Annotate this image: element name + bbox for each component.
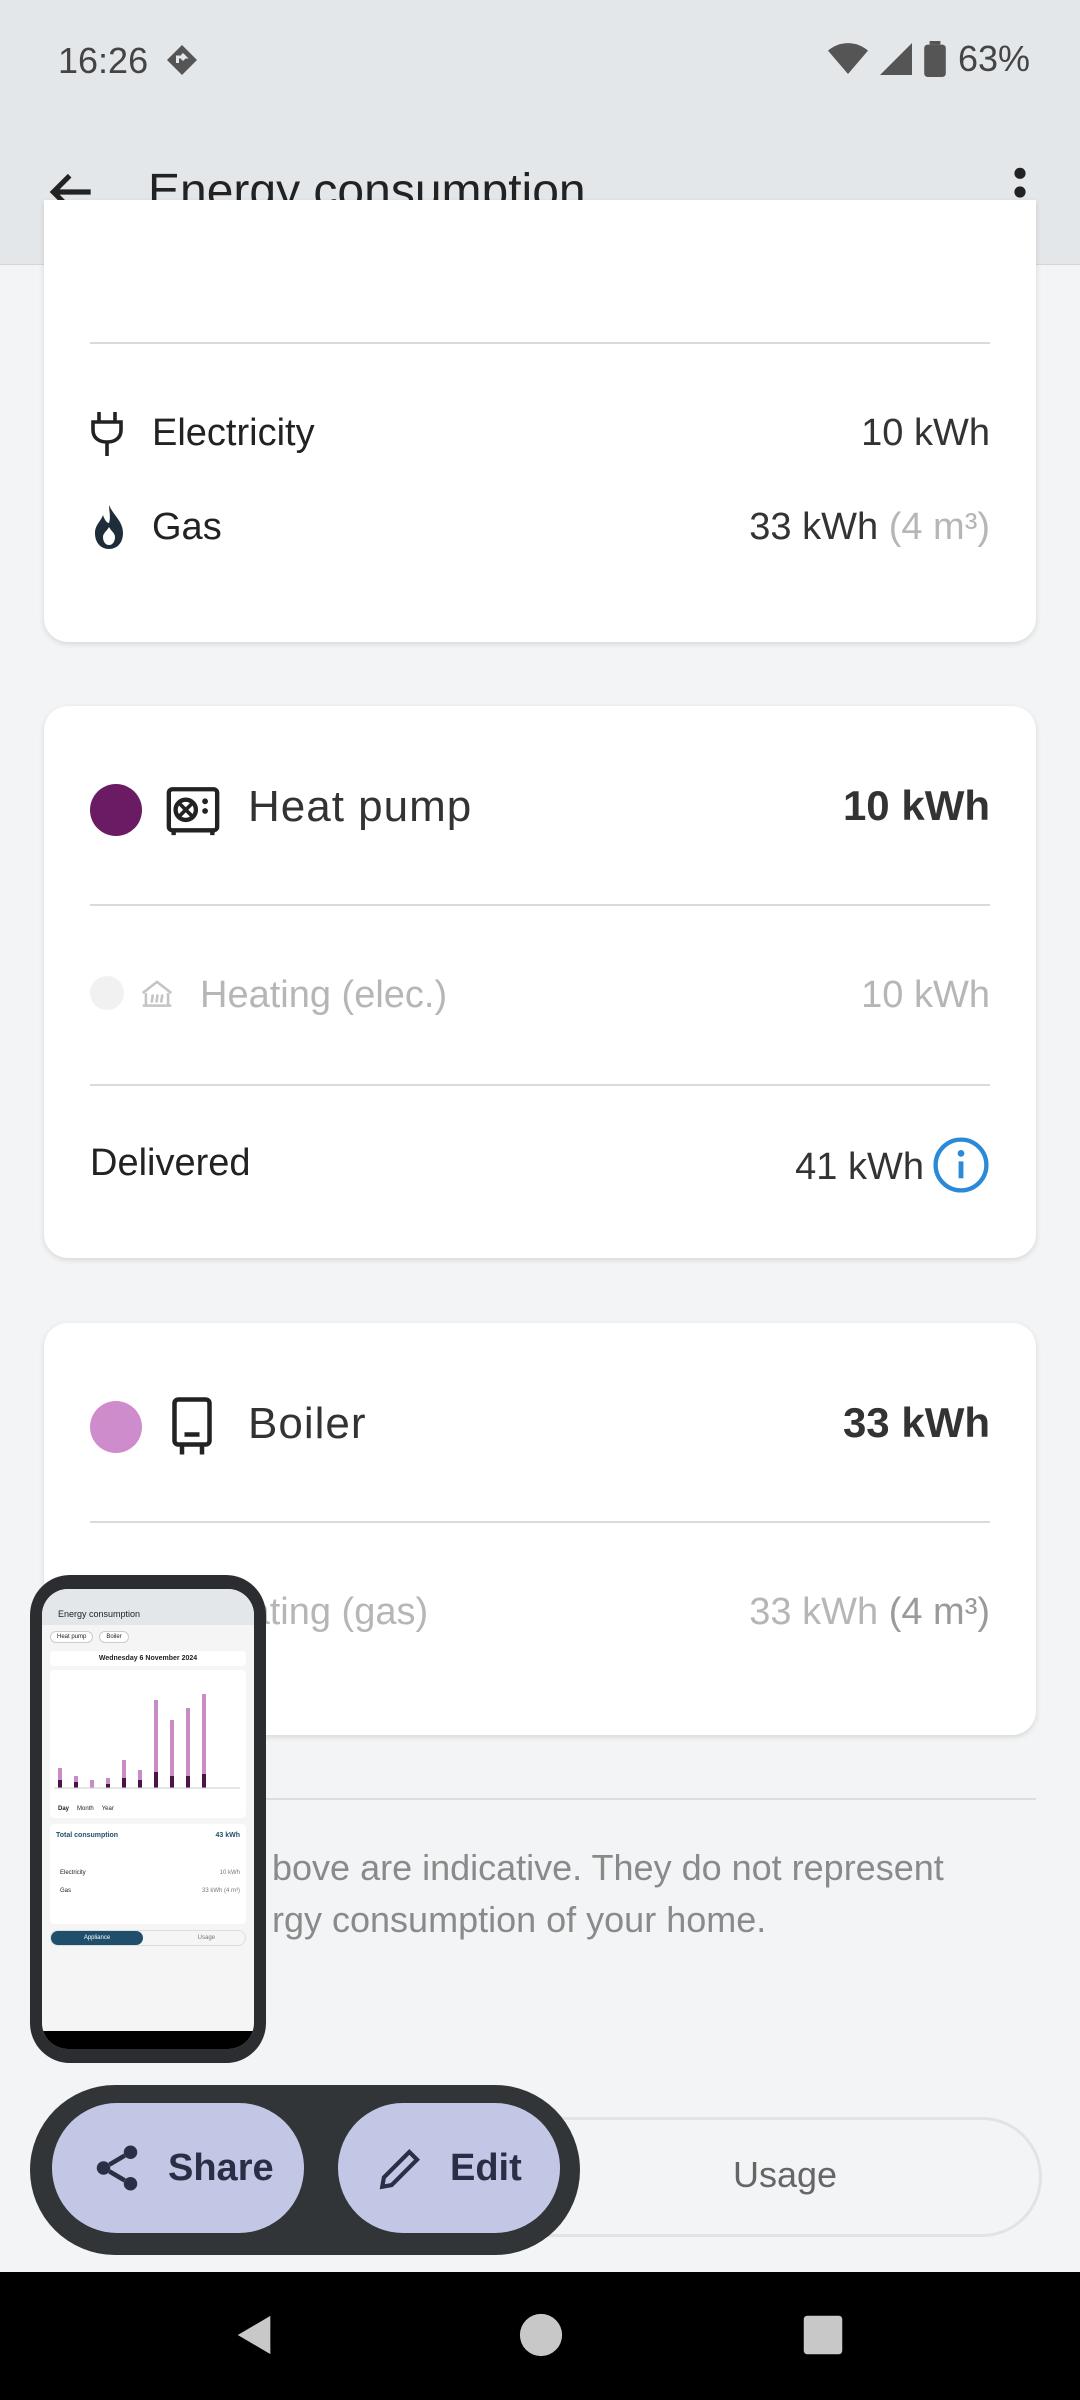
thumb-elec-value: 10 kWh (219, 1870, 240, 1876)
thumb-gas-label: Gas (60, 1888, 72, 1894)
thumb-tab-year: Year (101, 1806, 114, 1812)
signal-icon (879, 43, 912, 75)
thumb-elec-label: Electricity (60, 1870, 86, 1876)
info-icon[interactable] (932, 1136, 990, 1199)
heat-pump-icon (164, 782, 222, 845)
electricity-value: 10 kWh (861, 412, 990, 454)
boiler-icon (170, 1397, 214, 1462)
thumb-seg-appliance: Appliance (51, 1931, 143, 1945)
thumbnail-screen: Energy consumption Heat pump Boiler Wedn… (42, 1589, 254, 2049)
footnote-divider (250, 1798, 1036, 1800)
disclaimer-line-2: rgy consumption of your home. (272, 1899, 767, 1940)
heating-gas-volume: (4 m³) (888, 1591, 990, 1633)
status-time: 16:26 (58, 40, 149, 81)
heating-elec-value: 10 kWh (861, 974, 990, 1016)
segment-usage[interactable]: Usage (733, 2154, 837, 2196)
thumb-total-card: Total consumption 43 kWh Electricity 10 … (50, 1824, 246, 1924)
nav-home-icon[interactable] (518, 2312, 564, 2358)
nav-recents-icon[interactable] (802, 2314, 844, 2356)
electricity-label: Electricity (152, 412, 315, 454)
thumb-chip-boiler: Boiler (99, 1631, 129, 1643)
thumb-tab-day: Day (58, 1806, 70, 1812)
heat-pump-total: 10 kWh (842, 782, 990, 829)
pencil-icon (379, 2149, 420, 2190)
thumb-segmented: Appliance Usage (50, 1930, 246, 1946)
disclaimer-text: bove are indicative. They do not represe… (250, 1842, 1030, 1946)
battery-icon (924, 41, 946, 77)
screenshot-thumbnail[interactable]: Energy consumption Heat pump Boiler Wedn… (30, 1575, 266, 2063)
plug-icon (90, 412, 124, 461)
thumb-seg-usage: Usage (197, 1935, 215, 1941)
screenshot-actions-bar: Share Edit (30, 2085, 580, 2255)
gas-value: 33 kWh (749, 506, 879, 548)
thumb-total-value: 43 kWh (215, 1832, 240, 1839)
thumb-chip-heat-pump: Heat pump (50, 1631, 94, 1643)
thumb-tab-month: Month (77, 1806, 94, 1812)
heating-gas-value: 33 kWh (749, 1591, 879, 1633)
share-label: Share (168, 2146, 274, 2189)
flame-icon (92, 505, 126, 554)
share-icon (96, 2145, 138, 2191)
share-button[interactable]: Share (52, 2103, 304, 2233)
heating-gas-value-group: 33 kWh (4 m³) (749, 1591, 990, 1634)
thumb-navbar (42, 2031, 254, 2049)
boiler-total: 33 kWh (842, 1399, 990, 1446)
status-bar: 16:26 63% (0, 0, 1080, 118)
thumb-title: Energy consumption (42, 1603, 254, 1625)
heating-elec-color-dot (90, 976, 124, 1010)
heat-pump-color-dot (90, 784, 142, 836)
thumb-total-label: Total consumption (56, 1832, 119, 1839)
thumb-chart: Day Month Year (50, 1670, 246, 1818)
thumb-gas-value: 33 kWh (4 m³) (201, 1888, 240, 1894)
disclaimer-line-1: bove are indicative. They do not represe… (272, 1847, 944, 1888)
wifi-icon (827, 43, 868, 74)
system-navigation-bar (0, 2272, 1080, 2400)
battery-percent: 63% (957, 38, 1030, 79)
navigation-notification-icon (164, 42, 200, 87)
nav-back-icon[interactable] (232, 2312, 278, 2358)
heat-pump-card[interactable]: Heat pump 10 kWh Heating (elec.) 10 kWh … (44, 706, 1036, 1258)
gas-volume: (4 m³) (888, 506, 990, 548)
heating-icon (138, 974, 176, 1017)
gas-label: Gas (152, 506, 222, 548)
edit-label: Edit (450, 2146, 522, 2189)
summary-card: Electricity 10 kWh Gas 33 kWh (4 m³) (44, 200, 1036, 642)
boiler-name: Boiler (248, 1399, 367, 1448)
delivered-label: Delivered (90, 1142, 251, 1184)
thumb-date: Wednesday 6 November 2024 (50, 1651, 246, 1666)
boiler-color-dot (90, 1401, 142, 1453)
heat-pump-name: Heat pump (248, 782, 473, 831)
edit-button[interactable]: Edit (338, 2103, 560, 2233)
status-right: 63% (827, 38, 1030, 80)
delivered-value: 41 kWh (795, 1146, 924, 1188)
gas-value-group: 33 kWh (4 m³) (749, 506, 990, 549)
heating-elec-label: Heating (elec.) (200, 974, 448, 1016)
